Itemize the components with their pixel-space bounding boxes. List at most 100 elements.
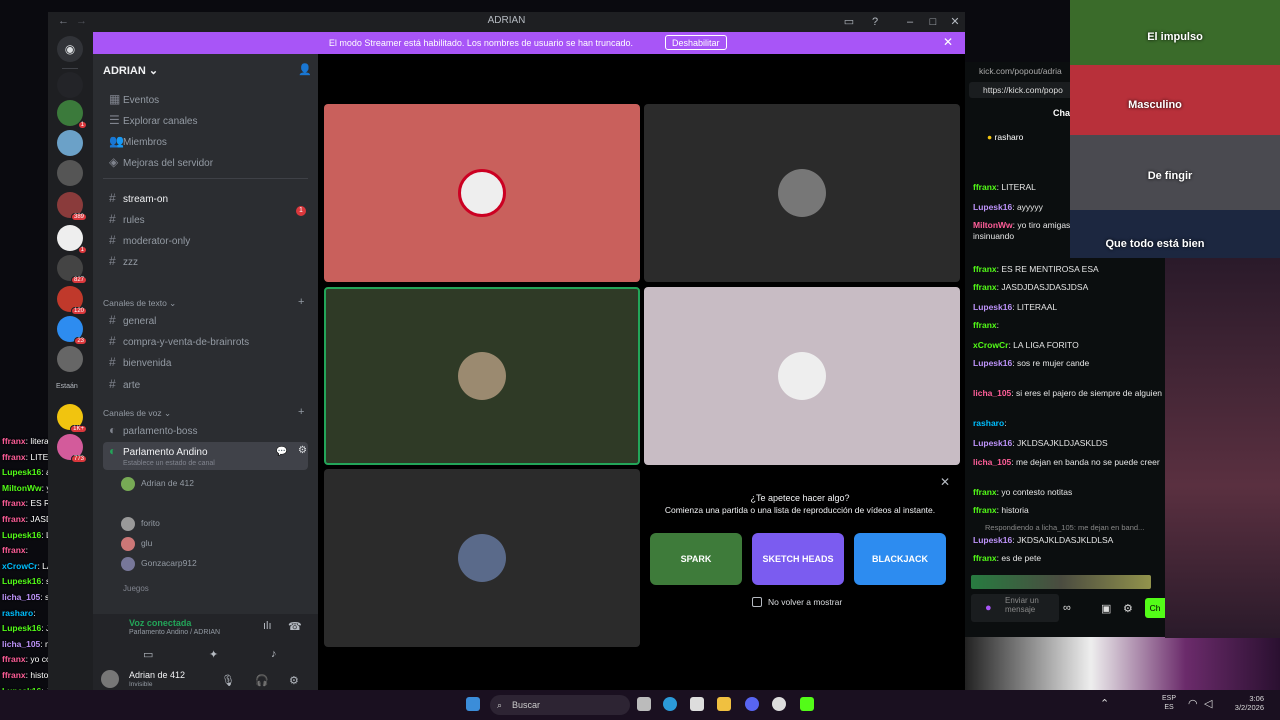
explorer-icon[interactable] xyxy=(717,697,731,711)
game-sketch-heads[interactable]: SKETCH HEADS xyxy=(752,533,844,585)
server-icon-4[interactable] xyxy=(57,160,83,186)
close-icon[interactable]: ✕ xyxy=(940,475,950,489)
chat-username[interactable]: licha_105 xyxy=(973,388,1011,398)
voice-channel-parlamento-boss[interactable]: ◐ parlamento-boss xyxy=(103,420,308,440)
chat-username[interactable]: ffranx xyxy=(973,553,997,563)
video-tile[interactable] xyxy=(644,287,960,465)
minimize-icon[interactable]: – xyxy=(902,14,918,30)
channel-general[interactable]: # general xyxy=(103,310,308,330)
help-icon[interactable]: ? xyxy=(867,14,883,30)
chat-username[interactable]: Lupesk16 xyxy=(973,535,1012,545)
mic-icon[interactable]: ● xyxy=(985,602,992,614)
disable-streamer-button[interactable]: Deshabilitar xyxy=(665,35,727,50)
server-icon-10[interactable] xyxy=(57,346,83,372)
gear-icon[interactable]: ⚙ xyxy=(298,445,307,456)
close-banner-icon[interactable]: ✕ xyxy=(943,35,953,49)
video-tile[interactable] xyxy=(324,469,640,647)
chat-username[interactable]: Lupesk16 xyxy=(973,438,1012,448)
category-voice-channels[interactable]: Canales de voz ⌄ xyxy=(103,408,171,419)
video-tile[interactable] xyxy=(644,104,960,282)
wifi-icon[interactable]: ◠ xyxy=(1188,697,1198,710)
video-tile[interactable] xyxy=(324,104,640,282)
channel-zzz[interactable]: # zzz xyxy=(103,251,308,271)
task-view-icon[interactable] xyxy=(637,697,651,711)
chat-settings-icon[interactable]: ⚙ xyxy=(1123,602,1133,615)
language-indicator[interactable]: ESP ES xyxy=(1162,694,1176,712)
video-tile[interactable] xyxy=(324,287,640,465)
gift-icon[interactable]: ▣ xyxy=(1101,602,1111,615)
discord-home-icon[interactable]: ◉ xyxy=(57,36,83,62)
server-icon-7[interactable]: 827 xyxy=(57,255,87,284)
voice-user[interactable]: forito xyxy=(121,514,160,532)
camera-icon[interactable]: ▭ xyxy=(143,648,153,661)
volume-icon[interactable]: ◁ xyxy=(1204,697,1212,710)
guild-header[interactable]: ADRIAN ⌄ xyxy=(103,64,158,77)
chat-username[interactable]: Lupesk16 xyxy=(973,302,1012,312)
clock[interactable]: 3:06 3/2/2026 xyxy=(1224,694,1264,712)
send-message-input[interactable]: ● Enviar un mensaje xyxy=(971,594,1059,622)
voice-channel-status[interactable]: Establece un estado de canal xyxy=(123,460,215,467)
invite-icon[interactable]: 👤 xyxy=(298,63,312,76)
channel-stream-on[interactable]: # stream-on xyxy=(103,188,308,208)
taskbar-search[interactable]: ⌕ Buscar xyxy=(490,695,630,715)
inbox-icon[interactable]: ▭ xyxy=(841,14,857,30)
chrome-icon[interactable] xyxy=(772,697,786,711)
chat-icon[interactable]: 💬 xyxy=(276,446,287,457)
channel-moderator-only[interactable]: # moderator-only xyxy=(103,230,308,250)
microphone-icon[interactable]: 🎙 xyxy=(221,674,235,687)
chat-username[interactable]: Lupesk16 xyxy=(973,358,1012,368)
nav-server-boost[interactable]: ◈ Mejoras del servidor xyxy=(103,152,308,172)
chat-username[interactable]: ffranx xyxy=(973,487,997,497)
maximize-icon[interactable]: □ xyxy=(925,14,941,30)
chat-username[interactable]: ffranx xyxy=(973,505,997,515)
game-blackjack[interactable]: BLACKJACK xyxy=(854,533,946,585)
channel-arte[interactable]: # arte xyxy=(103,374,308,394)
emote-icon[interactable]: ∞ xyxy=(1063,602,1071,614)
disconnect-icon[interactable]: ☎ xyxy=(288,620,302,633)
server-icon-1[interactable] xyxy=(57,72,83,98)
channel-compra-venta[interactable]: # compra-y-venta-de-brainrots xyxy=(103,331,308,351)
server-icon-8[interactable]: 120 xyxy=(57,286,87,315)
chat-send-button[interactable]: Ch xyxy=(1145,598,1165,618)
nav-browse-channels[interactable]: ☰ Explorar canales xyxy=(103,110,308,130)
nav-members[interactable]: 👥Miembros xyxy=(103,131,308,151)
chat-username[interactable]: MiltonWw xyxy=(973,220,1013,230)
soundwave-icon[interactable]: ılı xyxy=(263,620,272,632)
server-icon-5[interactable]: 389 xyxy=(57,192,87,221)
headphones-icon[interactable]: 🎧 xyxy=(255,674,269,687)
chat-username[interactable]: rasharo xyxy=(973,418,1004,428)
add-voice-channel-icon[interactable]: + xyxy=(298,406,304,418)
server-icon-12[interactable]: 773 xyxy=(57,434,87,463)
server-icon-6[interactable]: 1 xyxy=(57,225,87,254)
voice-user[interactable]: Gonzacarp912 xyxy=(121,554,197,572)
server-icon-2[interactable]: 1 xyxy=(57,100,87,129)
close-window-icon[interactable]: ✕ xyxy=(947,14,963,30)
chat-username[interactable]: licha_105 xyxy=(973,457,1011,467)
voice-connected-label[interactable]: Voz conectada xyxy=(129,618,191,628)
user-settings-icon[interactable]: ⚙ xyxy=(289,674,299,687)
chat-username[interactable]: Lupesk16 xyxy=(973,202,1012,212)
chat-username[interactable]: ffranx xyxy=(973,264,997,274)
nav-events[interactable]: ▦ Eventos xyxy=(103,89,308,109)
edge-icon[interactable] xyxy=(663,697,677,711)
dont-show-checkbox[interactable] xyxy=(752,597,762,607)
channel-rules[interactable]: # rules xyxy=(103,209,308,229)
voice-user[interactable]: glu xyxy=(121,534,152,552)
tray-chevron-icon[interactable]: ⌃ xyxy=(1100,697,1109,710)
chat-username[interactable]: ffranx xyxy=(973,182,997,192)
category-text-channels[interactable]: Canales de texto ⌄ xyxy=(103,298,176,309)
channel-bienvenida[interactable]: # bienvenida xyxy=(103,352,308,372)
kick-taskbar-icon[interactable] xyxy=(800,697,814,711)
activities-icon[interactable]: ✦ xyxy=(209,648,218,661)
server-icon-9[interactable]: 23 xyxy=(57,316,87,345)
server-icon-11[interactable]: 1K+ xyxy=(57,404,87,433)
server-icon-3[interactable] xyxy=(57,130,83,156)
discord-taskbar-icon[interactable] xyxy=(745,697,759,711)
user-avatar[interactable] xyxy=(101,670,119,688)
soundboard-icon[interactable]: ♪ xyxy=(271,648,277,660)
game-spark[interactable]: SPARK xyxy=(650,533,742,585)
windows-start-icon[interactable] xyxy=(466,697,480,711)
add-channel-icon[interactable]: + xyxy=(298,296,304,308)
store-icon[interactable] xyxy=(690,697,704,711)
voice-user[interactable]: Adrian de 412 xyxy=(121,474,194,492)
